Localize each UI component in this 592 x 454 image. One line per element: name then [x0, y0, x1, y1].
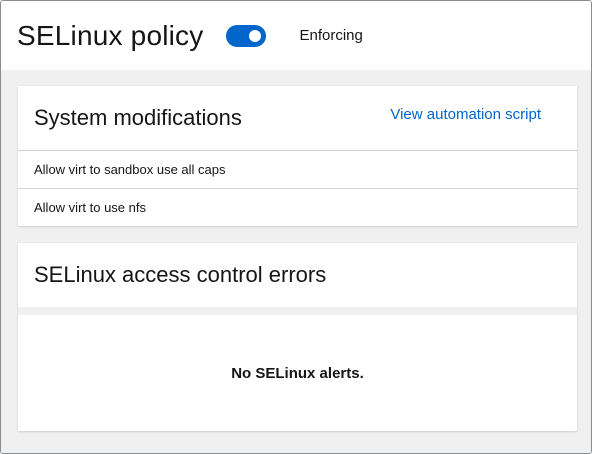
- empty-state-message: No SELinux alerts.: [231, 364, 364, 382]
- system-modifications-header: System modifications View automation scr…: [18, 86, 577, 150]
- divider-band: [18, 307, 577, 315]
- access-control-errors-card: SELinux access control errors No SELinux…: [18, 243, 577, 431]
- modification-item: Allow virt to sandbox use all caps: [18, 150, 577, 188]
- page-title: SELinux policy: [17, 19, 204, 51]
- enforcing-toggle[interactable]: [226, 24, 267, 47]
- modification-item: Allow virt to use nfs: [18, 188, 577, 226]
- selinux-page: SELinux policy Enforcing System modifica…: [0, 0, 592, 454]
- enforcing-label: Enforcing: [299, 27, 363, 44]
- view-automation-script-link[interactable]: View automation script: [390, 106, 541, 123]
- page-header: SELinux policy Enforcing: [1, 1, 591, 70]
- system-modifications-card: System modifications View automation scr…: [18, 86, 577, 226]
- access-control-errors-header: SELinux access control errors: [18, 243, 577, 307]
- toggle-knob: [249, 29, 262, 42]
- system-modifications-title: System modifications: [34, 105, 242, 130]
- access-control-errors-title: SELinux access control errors: [34, 262, 327, 287]
